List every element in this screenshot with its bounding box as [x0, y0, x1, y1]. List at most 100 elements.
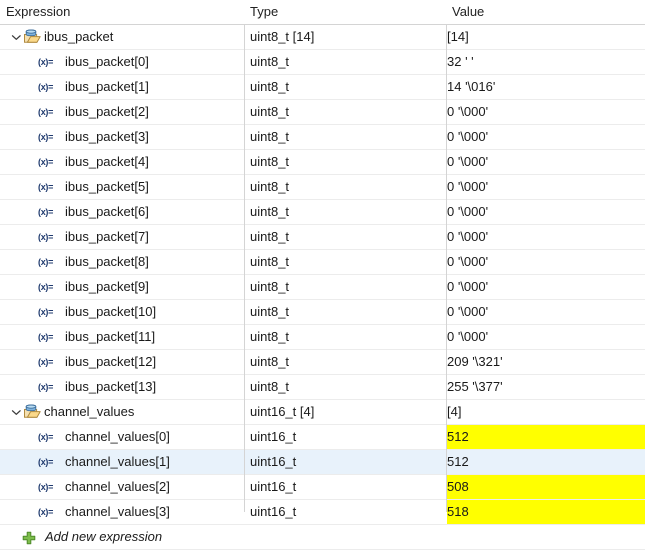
- type-label: uint8_t [14]: [250, 29, 315, 44]
- cell-expression[interactable]: (x)= ibus_packet[3]: [0, 125, 244, 149]
- table-row[interactable]: (x)= channel_values[0] uint16_t 512: [0, 425, 645, 450]
- type-label: uint8_t: [250, 104, 290, 119]
- table-row[interactable]: (x)= channel_values[1] uint16_t 512: [0, 450, 645, 475]
- cell-expression[interactable]: channel_values: [0, 400, 244, 424]
- cell-type[interactable]: uint16_t: [250, 450, 444, 474]
- table-row[interactable]: (x)= ibus_packet[7] uint8_t 0 '\000': [0, 225, 645, 250]
- cell-value[interactable]: 0 '\000': [447, 175, 645, 199]
- cell-value-changed[interactable]: 518: [447, 500, 645, 524]
- cell-type[interactable]: uint8_t: [250, 200, 444, 224]
- cell-expression[interactable]: (x)= ibus_packet[0]: [0, 50, 244, 74]
- cell-expression[interactable]: Add new expression: [0, 525, 244, 549]
- column-header-expression[interactable]: Expression: [6, 0, 238, 24]
- cell-value[interactable]: 0 '\000': [447, 200, 645, 224]
- cell-value[interactable]: 0 '\000': [447, 275, 645, 299]
- cell-type[interactable]: uint8_t: [250, 300, 444, 324]
- type-label: uint16_t: [250, 454, 297, 469]
- cell-type[interactable]: [250, 525, 444, 549]
- cell-expression[interactable]: (x)= ibus_packet[11]: [0, 325, 244, 349]
- add-new-expression-row[interactable]: Add new expression: [0, 525, 645, 550]
- cell-type[interactable]: uint16_t [4]: [250, 400, 444, 424]
- chevron-down-icon[interactable]: [10, 400, 23, 424]
- table-row[interactable]: (x)= ibus_packet[10] uint8_t 0 '\000': [0, 300, 645, 325]
- cell-type[interactable]: uint8_t: [250, 125, 444, 149]
- column-header-type[interactable]: Type: [250, 0, 440, 24]
- cell-type[interactable]: uint8_t: [250, 350, 444, 374]
- variable-icon: (x)=: [38, 57, 54, 67]
- cell-expression[interactable]: (x)= ibus_packet[9]: [0, 275, 244, 299]
- cell-value[interactable]: [447, 525, 645, 549]
- cell-type[interactable]: uint8_t: [250, 50, 444, 74]
- cell-expression[interactable]: (x)= ibus_packet[2]: [0, 100, 244, 124]
- cell-value[interactable]: [4]: [447, 400, 645, 424]
- cell-value-changed[interactable]: 508: [447, 475, 645, 499]
- cell-type[interactable]: uint8_t: [250, 325, 444, 349]
- cell-value[interactable]: 0 '\000': [447, 300, 645, 324]
- cell-value[interactable]: 0 '\000': [447, 325, 645, 349]
- cell-value[interactable]: 32 ' ': [447, 50, 645, 74]
- chevron-down-icon[interactable]: [10, 25, 23, 49]
- cell-type[interactable]: uint8_t: [250, 225, 444, 249]
- cell-type[interactable]: uint8_t: [250, 275, 444, 299]
- cell-expression[interactable]: (x)= channel_values[2]: [0, 475, 244, 499]
- table-row[interactable]: (x)= ibus_packet[11] uint8_t 0 '\000': [0, 325, 645, 350]
- cell-value[interactable]: 255 '\377': [447, 375, 645, 399]
- cell-expression[interactable]: (x)= ibus_packet[12]: [0, 350, 244, 374]
- expression-label: ibus_packet[5]: [65, 179, 149, 194]
- cell-type[interactable]: uint8_t: [250, 75, 444, 99]
- cell-expression[interactable]: (x)= ibus_packet[10]: [0, 300, 244, 324]
- cell-type[interactable]: uint16_t: [250, 475, 444, 499]
- expression-label: channel_values[1]: [65, 454, 170, 469]
- cell-type[interactable]: uint16_t: [250, 500, 444, 524]
- table-row[interactable]: (x)= ibus_packet[0] uint8_t 32 ' ': [0, 50, 645, 75]
- cell-value-changed[interactable]: 512: [447, 425, 645, 449]
- table-row[interactable]: (x)= ibus_packet[2] uint8_t 0 '\000': [0, 100, 645, 125]
- cell-value[interactable]: 0 '\000': [447, 250, 645, 274]
- table-row[interactable]: ibus_packet uint8_t [14] [14]: [0, 25, 645, 50]
- cell-expression[interactable]: (x)= ibus_packet[5]: [0, 175, 244, 199]
- cell-type[interactable]: uint8_t [14]: [250, 25, 444, 49]
- value-label: 14 '\016': [447, 79, 496, 94]
- cell-expression[interactable]: (x)= channel_values[1]: [0, 450, 244, 474]
- cell-value[interactable]: 0 '\000': [447, 125, 645, 149]
- value-label: 0 '\000': [447, 154, 489, 169]
- cell-expression[interactable]: (x)= channel_values[3]: [0, 500, 244, 524]
- cell-value[interactable]: 0 '\000': [447, 150, 645, 174]
- column-header-value[interactable]: Value: [452, 0, 640, 24]
- cell-value[interactable]: 512: [447, 450, 645, 474]
- table-row[interactable]: channel_values uint16_t [4] [4]: [0, 400, 645, 425]
- cell-type[interactable]: uint8_t: [250, 150, 444, 174]
- table-row[interactable]: (x)= ibus_packet[6] uint8_t 0 '\000': [0, 200, 645, 225]
- cell-expression[interactable]: (x)= ibus_packet[8]: [0, 250, 244, 274]
- table-row[interactable]: (x)= channel_values[3] uint16_t 518: [0, 500, 645, 525]
- table-row[interactable]: (x)= ibus_packet[3] uint8_t 0 '\000': [0, 125, 645, 150]
- cell-expression[interactable]: (x)= ibus_packet[7]: [0, 225, 244, 249]
- cell-value[interactable]: 0 '\000': [447, 225, 645, 249]
- table-row[interactable]: (x)= channel_values[2] uint16_t 508: [0, 475, 645, 500]
- cell-value[interactable]: 209 '\321': [447, 350, 645, 374]
- cell-expression[interactable]: (x)= ibus_packet[13]: [0, 375, 244, 399]
- cell-type[interactable]: uint8_t: [250, 375, 444, 399]
- cell-type[interactable]: uint16_t: [250, 425, 444, 449]
- cell-value[interactable]: 14 '\016': [447, 75, 645, 99]
- cell-expression[interactable]: (x)= ibus_packet[4]: [0, 150, 244, 174]
- table-row[interactable]: (x)= ibus_packet[13] uint8_t 255 '\377': [0, 375, 645, 400]
- table-row[interactable]: (x)= ibus_packet[1] uint8_t 14 '\016': [0, 75, 645, 100]
- table-row[interactable]: (x)= ibus_packet[9] uint8_t 0 '\000': [0, 275, 645, 300]
- table-row[interactable]: (x)= ibus_packet[4] uint8_t 0 '\000': [0, 150, 645, 175]
- cell-expression[interactable]: (x)= ibus_packet[6]: [0, 200, 244, 224]
- expression-label: channel_values: [44, 404, 135, 419]
- type-label: uint16_t: [250, 429, 297, 444]
- cell-value[interactable]: [14]: [447, 25, 645, 49]
- cell-value[interactable]: 0 '\000': [447, 100, 645, 124]
- table-row[interactable]: (x)= ibus_packet[5] uint8_t 0 '\000': [0, 175, 645, 200]
- table-row[interactable]: (x)= ibus_packet[12] uint8_t 209 '\321': [0, 350, 645, 375]
- cell-expression[interactable]: ibus_packet: [0, 25, 244, 49]
- value-label: 0 '\000': [447, 129, 489, 144]
- cell-type[interactable]: uint8_t: [250, 175, 444, 199]
- table-row[interactable]: (x)= ibus_packet[8] uint8_t 0 '\000': [0, 250, 645, 275]
- cell-type[interactable]: uint8_t: [250, 100, 444, 124]
- cell-type[interactable]: uint8_t: [250, 250, 444, 274]
- cell-expression[interactable]: (x)= channel_values[0]: [0, 425, 244, 449]
- cell-expression[interactable]: (x)= ibus_packet[1]: [0, 75, 244, 99]
